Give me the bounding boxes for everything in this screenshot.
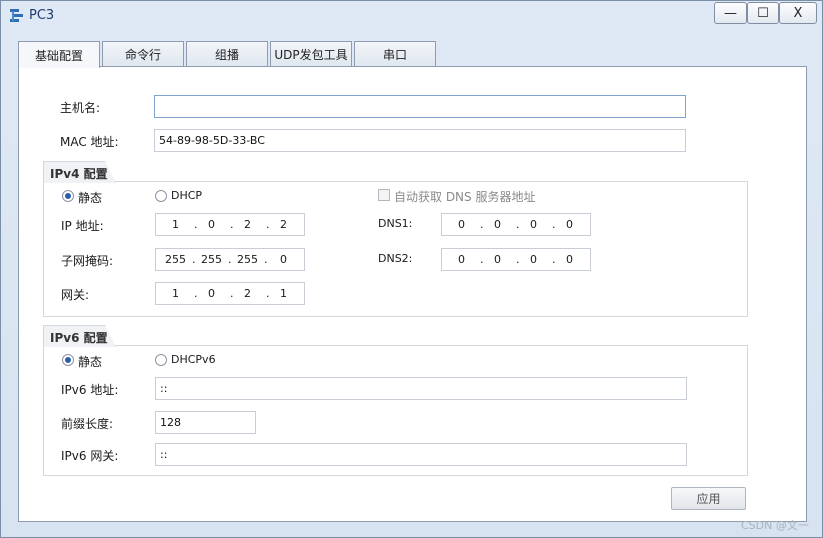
- tab-multicast[interactable]: 组播: [186, 41, 268, 67]
- auto-dns-checkbox[interactable]: [378, 189, 390, 201]
- gateway-label: 网关:: [61, 288, 90, 302]
- ip-address-label: IP 地址:: [61, 219, 104, 233]
- ipv4-dhcp-label: DHCP: [171, 189, 203, 202]
- ipv4-group-title: IPv4 配置: [43, 161, 116, 183]
- ipv6-address-input[interactable]: ::: [155, 377, 687, 400]
- dns1-label: DNS1:: [378, 217, 413, 230]
- hostname-input[interactable]: [154, 95, 686, 118]
- hostname-label: 主机名:: [60, 101, 101, 115]
- ipv6-gateway-label: IPv6 网关:: [61, 449, 119, 463]
- ipv4-static-radio[interactable]: [62, 190, 74, 202]
- ipv6-static-radio[interactable]: [62, 354, 74, 366]
- mac-field[interactable]: 54-89-98-5D-33-BC: [154, 129, 686, 152]
- ipv6-address-label: IPv6 地址:: [61, 383, 119, 397]
- ipv6-group: 静态 DHCPv6 IPv6 地址: :: 前缀长度: 128 IPv6 网关:…: [43, 345, 748, 476]
- maximize-button[interactable]: ☐: [747, 2, 779, 24]
- minimize-icon: —: [724, 5, 737, 21]
- ipv6-group-title: IPv6 配置: [43, 325, 116, 347]
- ipv4-static-label: 静态: [78, 191, 103, 205]
- tab-command-line[interactable]: 命令行: [102, 41, 184, 67]
- mac-label: MAC 地址:: [60, 135, 119, 149]
- maximize-icon: ☐: [757, 5, 769, 21]
- watermark: CSDN @文一: [741, 519, 809, 532]
- close-icon: X: [793, 5, 803, 21]
- dns2-label: DNS2:: [378, 252, 413, 265]
- basic-config-panel: 主机名: MAC 地址: 54-89-98-5D-33-BC IPv4 配置 静…: [18, 66, 807, 522]
- gateway-input[interactable]: 1. 0. 2. 1: [155, 282, 305, 305]
- subnet-mask-label: 子网掩码:: [61, 254, 114, 268]
- dns2-input[interactable]: 0. 0. 0. 0: [441, 248, 591, 271]
- window-title: PC3: [29, 8, 55, 23]
- ipv6-dhcpv6-label: DHCPv6: [171, 353, 216, 366]
- ipv6-dhcpv6-radio[interactable]: [155, 354, 167, 366]
- ipv6-static-label: 静态: [78, 355, 103, 369]
- ipv4-group: 静态 DHCP 自动获取 DNS 服务器地址 IP 地址: 1. 0. 2. 2…: [43, 181, 748, 317]
- tab-serial[interactable]: 串口: [354, 41, 436, 67]
- close-button[interactable]: X: [779, 2, 817, 24]
- dns1-input[interactable]: 0. 0. 0. 0: [441, 213, 591, 236]
- auto-dns-label: 自动获取 DNS 服务器地址: [394, 190, 536, 204]
- subnet-mask-input[interactable]: 255. 255. 255. 0: [155, 248, 305, 271]
- apply-button[interactable]: 应用: [671, 487, 746, 510]
- minimize-button[interactable]: —: [714, 2, 747, 24]
- tab-udp-tool[interactable]: UDP发包工具: [270, 41, 352, 67]
- pc-app-icon: [10, 9, 23, 22]
- title-bar[interactable]: PC3 — ☐ X: [1, 1, 822, 31]
- prefix-length-label: 前缀长度:: [61, 417, 114, 431]
- ipv6-gateway-input[interactable]: ::: [155, 443, 687, 466]
- ip-address-input[interactable]: 1. 0. 2. 2: [155, 213, 305, 236]
- prefix-length-input[interactable]: 128: [155, 411, 256, 434]
- ipv4-dhcp-radio[interactable]: [155, 190, 167, 202]
- pc3-window: PC3 — ☐ X 基础配置 命令行 组播 UDP发包工具 串口 主机名: MA…: [0, 0, 823, 538]
- tab-basic-config[interactable]: 基础配置: [18, 41, 100, 68]
